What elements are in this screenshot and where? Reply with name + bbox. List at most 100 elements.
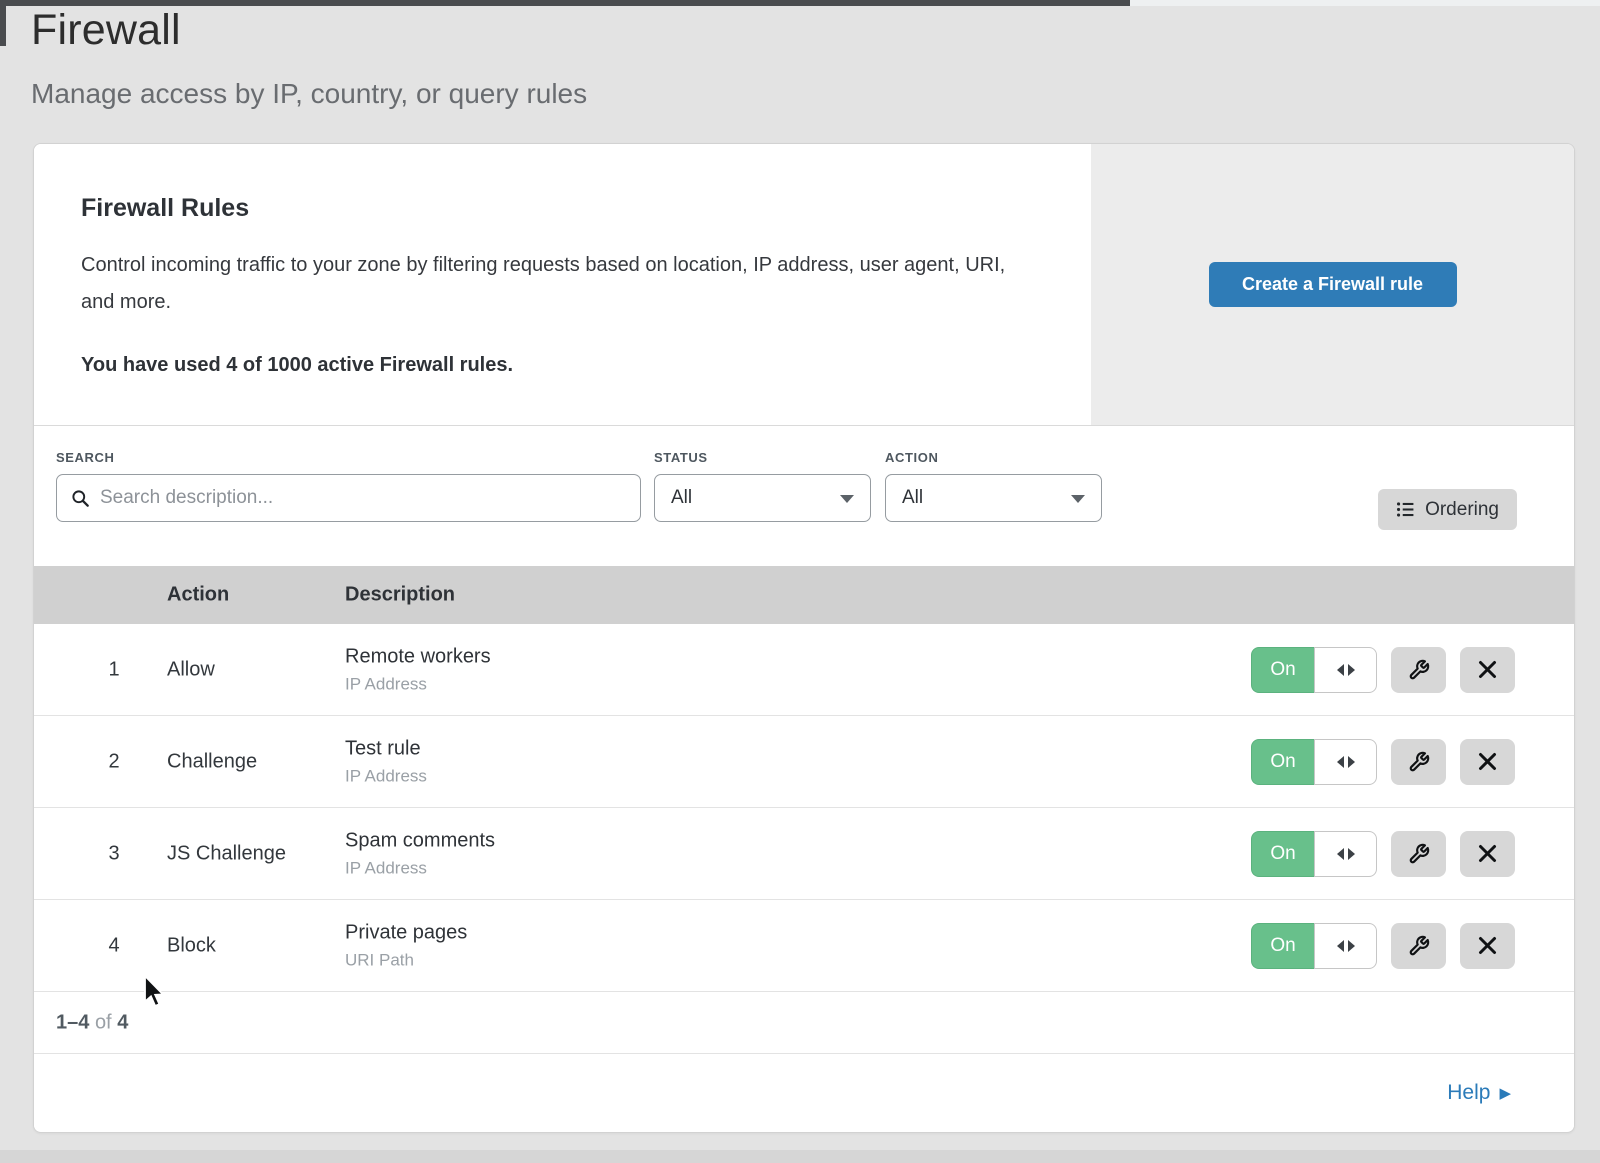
rule-match-type: IP Address [345, 674, 491, 694]
table-row: 3 JS Challenge Spam comments IP Address … [34, 808, 1574, 900]
x-icon [1478, 844, 1497, 863]
status-filter-group: STATUS All [654, 450, 871, 522]
rule-enabled-toggle[interactable]: On [1251, 923, 1377, 969]
x-icon [1478, 660, 1497, 679]
page-title: Firewall [31, 6, 181, 55]
edit-rule-button[interactable] [1391, 647, 1446, 693]
firewall-rules-card: Firewall Rules Control incoming traffic … [33, 143, 1575, 1133]
toggle-off-segment[interactable] [1314, 923, 1377, 969]
wrench-icon [1408, 751, 1430, 773]
edit-rule-button[interactable] [1391, 831, 1446, 877]
pagination-range-start: 1–4 [56, 1011, 89, 1033]
bulleted-list-icon [1396, 500, 1415, 519]
rule-controls: On [1251, 647, 1515, 693]
toggle-on-segment[interactable]: On [1251, 647, 1314, 693]
filter-bar: SEARCH STATUS All ACTION All [34, 426, 1574, 566]
search-input[interactable] [100, 487, 626, 509]
toggle-on-segment[interactable]: On [1251, 923, 1314, 969]
rule-priority: 2 [96, 750, 132, 773]
action-filter-group: ACTION All [885, 450, 1102, 522]
search-label: SEARCH [56, 450, 641, 465]
intro-text-panel: Firewall Rules Control incoming traffic … [34, 144, 1091, 425]
rule-title: Test rule [345, 737, 427, 760]
usage-summary: You have used 4 of 1000 active Firewall … [81, 354, 1031, 377]
column-header-description: Description [345, 584, 455, 607]
rule-action: Block [167, 934, 216, 957]
help-row: Help ▶ [34, 1054, 1574, 1131]
delete-rule-button[interactable] [1460, 831, 1515, 877]
intro-section: Firewall Rules Control incoming traffic … [34, 144, 1574, 426]
pagination-of-label: of [95, 1011, 112, 1033]
rule-action: Challenge [167, 750, 257, 773]
rule-match-type: IP Address [345, 766, 427, 786]
left-right-arrows-icon [1336, 663, 1356, 677]
rule-priority: 1 [96, 658, 132, 681]
rule-title: Remote workers [345, 645, 491, 668]
window-edge-top-right [1130, 0, 1600, 6]
pagination-row: 1–4 of 4 [34, 992, 1574, 1054]
rule-match-type: IP Address [345, 858, 495, 878]
status-select[interactable]: All [654, 474, 871, 522]
toggle-on-segment[interactable]: On [1251, 831, 1314, 877]
delete-rule-button[interactable] [1460, 923, 1515, 969]
rule-enabled-toggle[interactable]: On [1251, 831, 1377, 877]
left-right-arrows-icon [1336, 939, 1356, 953]
action-selected-value: All [902, 487, 923, 509]
rule-description: Spam comments IP Address [345, 829, 495, 878]
toggle-off-segment[interactable] [1314, 647, 1377, 693]
arrow-right-icon: ▶ [1499, 1084, 1511, 1102]
create-firewall-rule-button[interactable]: Create a Firewall rule [1209, 262, 1457, 307]
x-icon [1478, 752, 1497, 771]
table-row: 1 Allow Remote workers IP Address On [34, 624, 1574, 716]
chevron-down-icon [840, 495, 854, 503]
rule-enabled-toggle[interactable]: On [1251, 647, 1377, 693]
delete-rule-button[interactable] [1460, 647, 1515, 693]
search-filter-group: SEARCH [56, 450, 641, 522]
toggle-off-segment[interactable] [1314, 831, 1377, 877]
intro-heading: Firewall Rules [81, 194, 1031, 223]
action-label: ACTION [885, 450, 1102, 465]
status-label: STATUS [654, 450, 871, 465]
column-header-action: Action [167, 584, 229, 607]
ordering-button-label: Ordering [1425, 499, 1499, 521]
edit-rule-button[interactable] [1391, 739, 1446, 785]
table-header: Action Description [34, 566, 1574, 624]
wrench-icon [1408, 935, 1430, 957]
toggle-off-segment[interactable] [1314, 739, 1377, 785]
rule-controls: On [1251, 923, 1515, 969]
left-right-arrows-icon [1336, 847, 1356, 861]
page-subtitle: Manage access by IP, country, or query r… [31, 78, 587, 110]
rule-description: Private pages URI Path [345, 921, 467, 970]
toggle-on-segment[interactable]: On [1251, 739, 1314, 785]
left-right-arrows-icon [1336, 755, 1356, 769]
pagination-range: 1–4 of 4 [56, 1011, 128, 1034]
x-icon [1478, 936, 1497, 955]
pagination-total: 4 [117, 1011, 128, 1033]
table-row: 2 Challenge Test rule IP Address On [34, 716, 1574, 808]
chevron-down-icon [1071, 495, 1085, 503]
action-select[interactable]: All [885, 474, 1102, 522]
rule-priority: 3 [96, 842, 132, 865]
rule-action: JS Challenge [167, 842, 286, 865]
delete-rule-button[interactable] [1460, 739, 1515, 785]
wrench-icon [1408, 659, 1430, 681]
rule-action: Allow [167, 658, 215, 681]
wrench-icon [1408, 843, 1430, 865]
intro-description: Control incoming traffic to your zone by… [81, 247, 1031, 321]
rule-description: Test rule IP Address [345, 737, 427, 786]
table-row: 4 Block Private pages URI Path On [34, 900, 1574, 992]
ordering-button[interactable]: Ordering [1378, 489, 1517, 530]
help-link-label: Help [1447, 1081, 1490, 1105]
rule-description: Remote workers IP Address [345, 645, 491, 694]
rule-title: Spam comments [345, 829, 495, 852]
help-link[interactable]: Help ▶ [1447, 1081, 1511, 1105]
status-selected-value: All [671, 487, 692, 509]
rule-priority: 4 [96, 934, 132, 957]
rule-match-type: URI Path [345, 950, 467, 970]
search-box[interactable] [56, 474, 641, 522]
window-edge-bottom [0, 1150, 1600, 1163]
rule-enabled-toggle[interactable]: On [1251, 739, 1377, 785]
rule-controls: On [1251, 739, 1515, 785]
edit-rule-button[interactable] [1391, 923, 1446, 969]
rule-controls: On [1251, 831, 1515, 877]
